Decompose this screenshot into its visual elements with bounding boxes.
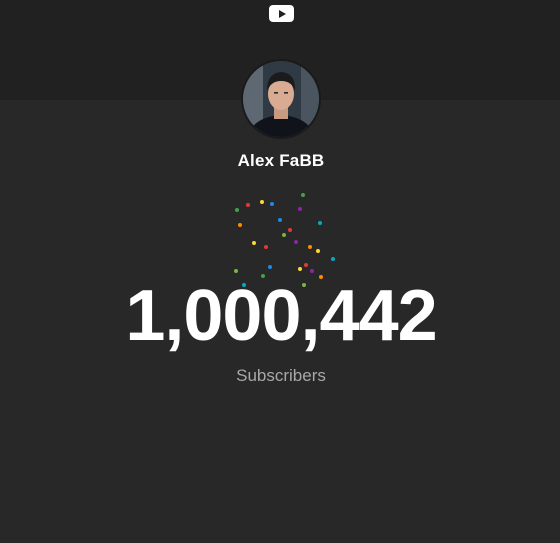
avatar-portrait-icon <box>243 61 319 137</box>
confetti-dot <box>282 233 286 237</box>
confetti-dot <box>252 241 256 245</box>
channel-avatar[interactable] <box>243 61 319 137</box>
confetti-dot <box>260 200 264 204</box>
confetti-dot <box>270 202 274 206</box>
confetti-dot <box>304 263 308 267</box>
confetti-dot <box>301 193 305 197</box>
play-triangle-icon <box>279 9 286 18</box>
confetti-dot <box>298 207 302 211</box>
confetti-dot <box>246 203 250 207</box>
confetti-dot <box>235 208 239 212</box>
confetti-dot <box>264 245 268 249</box>
confetti-dot <box>294 240 298 244</box>
youtube-logo-icon[interactable] <box>269 5 294 22</box>
channel-name[interactable]: Alex FaBB <box>180 151 382 171</box>
confetti-dot <box>308 245 312 249</box>
confetti-dot <box>316 249 320 253</box>
subscriber-count: 1,000,442 <box>125 276 437 356</box>
confetti-dot <box>238 223 242 227</box>
confetti-dot <box>298 267 302 271</box>
subscriber-label: Subscribers <box>236 366 326 385</box>
confetti-dot <box>278 218 282 222</box>
confetti-dot <box>288 228 292 232</box>
confetti-dot <box>310 269 314 273</box>
confetti-dot <box>318 221 322 225</box>
confetti-dot <box>234 269 238 273</box>
confetti-dot <box>268 265 272 269</box>
confetti-dot <box>331 257 335 261</box>
